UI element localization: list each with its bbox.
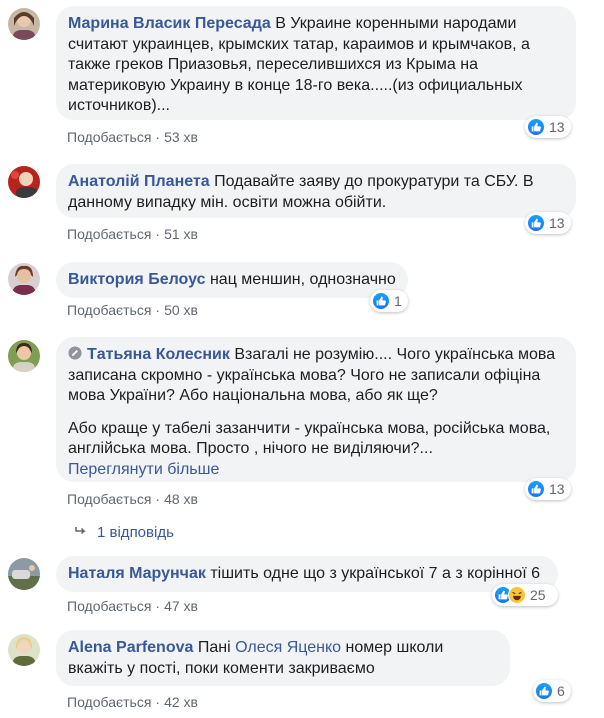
comment-actions: Подобається · 48 хв bbox=[67, 490, 198, 508]
like-link[interactable]: Подобається bbox=[67, 302, 151, 318]
reaction-count: 13 bbox=[549, 119, 565, 135]
comment-actions: Подобається · 53 хв bbox=[67, 128, 198, 146]
view-replies-link[interactable]: 1 відповідь bbox=[75, 524, 174, 541]
reaction-summary[interactable]: 25 bbox=[492, 584, 558, 606]
comment-author[interactable]: Анатолій Планета bbox=[68, 173, 210, 190]
comment-bubble: Наталя Марунчак тішить одне що з українс… bbox=[56, 556, 558, 592]
like-reaction-icon bbox=[372, 292, 390, 310]
comment-bubble: Alena Parfenova Пані Олеся Яценко номер … bbox=[56, 630, 510, 686]
like-reaction-icon bbox=[527, 118, 545, 136]
comment-actions: Подобається · 50 хв bbox=[67, 301, 198, 319]
timestamp[interactable]: 50 хв bbox=[164, 302, 198, 318]
avatar-image bbox=[8, 166, 40, 198]
like-link[interactable]: Подобається bbox=[67, 129, 151, 145]
avatar[interactable] bbox=[8, 263, 40, 295]
separator: · bbox=[155, 491, 161, 507]
reaction-count: 13 bbox=[549, 215, 565, 231]
edited-icon bbox=[68, 346, 82, 360]
comment-author[interactable]: Тaтьяна Колесник bbox=[68, 346, 234, 363]
separator: · bbox=[155, 598, 161, 614]
reaction-summary[interactable]: 13 bbox=[525, 212, 571, 234]
comment-author[interactable]: Виктория Белоус bbox=[68, 271, 206, 288]
like-reaction-icon bbox=[535, 682, 553, 700]
comment-author-name[interactable]: Тaтьяна Колесник bbox=[87, 346, 230, 363]
separator: · bbox=[155, 226, 161, 242]
avatar[interactable] bbox=[8, 166, 40, 198]
comment-actions: Подобається · 42 хв bbox=[67, 693, 198, 711]
timestamp[interactable]: 48 хв bbox=[164, 491, 198, 507]
separator: · bbox=[155, 129, 161, 145]
avatar-image bbox=[8, 8, 40, 40]
like-link[interactable]: Подобається bbox=[67, 226, 151, 242]
avatar-image bbox=[8, 340, 40, 372]
reaction-count: 25 bbox=[530, 587, 546, 603]
replies-count[interactable]: 1 відповідь bbox=[97, 524, 174, 541]
timestamp[interactable]: 53 хв bbox=[164, 129, 198, 145]
avatar[interactable] bbox=[8, 8, 40, 40]
comment-author[interactable]: Наталя Марунчак bbox=[68, 565, 206, 582]
comment-actions: Подобається · 47 хв bbox=[67, 597, 198, 615]
timestamp[interactable]: 51 хв bbox=[164, 226, 198, 242]
avatar[interactable] bbox=[8, 634, 40, 666]
reaction-count: 13 bbox=[549, 481, 565, 497]
avatar-image bbox=[8, 634, 40, 666]
like-link[interactable]: Подобається bbox=[67, 598, 151, 614]
comment-author[interactable]: Марина Власик Пересада bbox=[68, 15, 271, 32]
comment-text: нац меншин, однозначно bbox=[209, 271, 396, 288]
comment-actions: Подобається · 51 хв bbox=[67, 225, 198, 243]
like-reaction-icon bbox=[527, 214, 545, 232]
see-more-link[interactable]: Переглянути більше bbox=[68, 460, 564, 481]
timestamp[interactable]: 47 хв bbox=[164, 598, 198, 614]
comment-author[interactable]: Alena Parfenova bbox=[68, 639, 193, 656]
comment-bubble: Тaтьяна Колесник Взагалі не розумію.... … bbox=[56, 337, 576, 482]
comment-bubble: Марина Власик Пересада В Украине коренны… bbox=[56, 6, 576, 120]
comment-text: тішить одне що з української 7 а з корін… bbox=[210, 565, 541, 582]
haha-reaction-icon bbox=[508, 586, 526, 604]
timestamp[interactable]: 42 хв bbox=[164, 694, 198, 710]
comment-text-paragraph-2: Або краще у табелі зазанчити - українськ… bbox=[68, 419, 551, 458]
reaction-summary[interactable]: 13 bbox=[525, 478, 571, 500]
reaction-summary[interactable]: 6 bbox=[533, 680, 571, 702]
comment-bubble: Анатолій Планета Подавайте заяву до прок… bbox=[56, 164, 576, 218]
like-reaction-icon bbox=[527, 480, 545, 498]
reaction-count: 6 bbox=[557, 683, 565, 699]
reaction-summary[interactable]: 13 bbox=[525, 116, 571, 138]
comment-bubble: Виктория Белоус нац меншин, однозначно bbox=[56, 262, 408, 298]
avatar[interactable] bbox=[8, 340, 40, 372]
reaction-count: 1 bbox=[394, 293, 402, 309]
like-link[interactable]: Подобається bbox=[67, 491, 151, 507]
comment-text-before: Пані bbox=[197, 639, 231, 656]
avatar[interactable] bbox=[8, 558, 40, 590]
reaction-summary[interactable]: 1 bbox=[370, 290, 408, 312]
reply-arrow-icon bbox=[75, 525, 87, 540]
mention-link[interactable]: Олеся Яценко bbox=[235, 639, 341, 656]
avatar-image bbox=[8, 263, 40, 295]
like-link[interactable]: Подобається bbox=[67, 694, 151, 710]
avatar-image bbox=[8, 558, 40, 590]
separator: · bbox=[155, 694, 161, 710]
separator: · bbox=[155, 302, 161, 318]
